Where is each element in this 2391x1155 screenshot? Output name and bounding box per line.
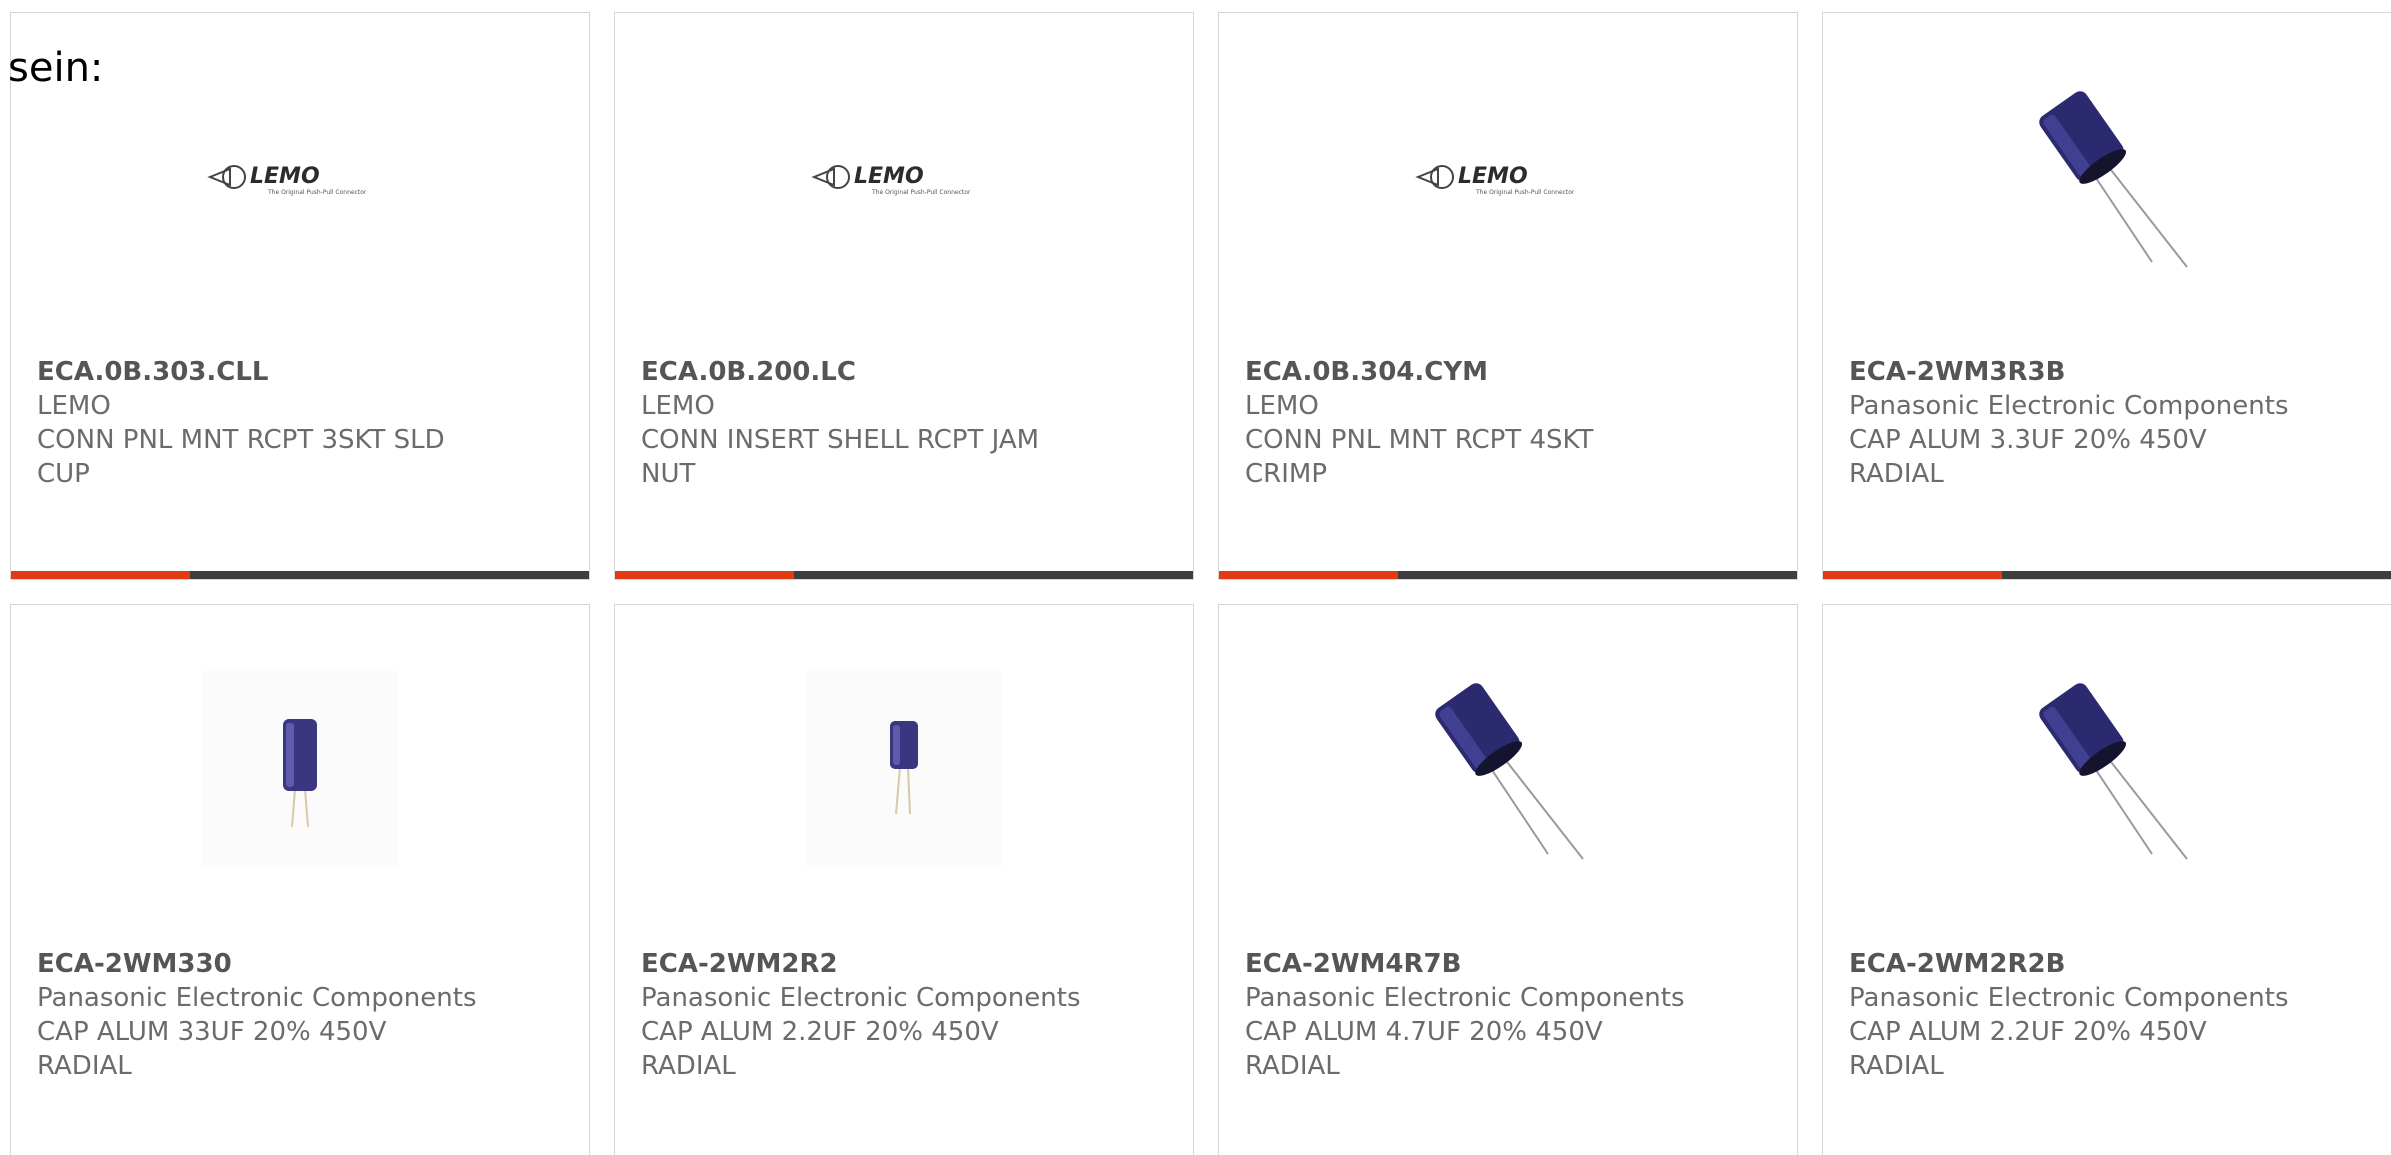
card-progress-bar	[11, 571, 589, 579]
lemo-logo-tagline: The Original Push-Pull Connector	[871, 189, 971, 196]
product-grid: LEMO The Original Push-Pull Connector EC…	[10, 12, 2391, 1155]
card-progress-accent	[11, 571, 191, 579]
description-line-1: CAP ALUM 4.7UF 20% 450V	[1245, 1017, 1603, 1047]
description-line-2: NUT	[641, 459, 696, 489]
card-progress-bar	[615, 571, 1193, 579]
card-progress-bar	[1219, 571, 1797, 579]
manufacturer: LEMO	[37, 391, 111, 421]
description-line-1: CAP ALUM 33UF 20% 450V	[37, 1017, 387, 1047]
product-card[interactable]: ECA-2WM2R2B Panasonic Electronic Compone…	[1822, 604, 2391, 1155]
lemo-logo-text: LEMO	[1458, 164, 1528, 189]
part-number[interactable]: ECA.0B.304.CYM	[1245, 355, 1745, 389]
product-info: ECA.0B.200.LC LEMO CONN INSERT SHELL RCP…	[641, 355, 1141, 491]
product-info: ECA-2WM2R2 Panasonic Electronic Componen…	[641, 947, 1141, 1083]
capacitor-photo	[2012, 77, 2212, 277]
part-number[interactable]: ECA-2WM2R2	[641, 947, 1141, 981]
card-progress-bar	[1823, 571, 2391, 579]
part-number[interactable]: ECA-2WM3R3B	[1849, 355, 2349, 389]
product-info: ECA-2WM330 Panasonic Electronic Componen…	[37, 947, 537, 1083]
description-line-1: CAP ALUM 2.2UF 20% 450V	[641, 1017, 999, 1047]
manufacturer: LEMO	[641, 391, 715, 421]
description-line-1: CAP ALUM 2.2UF 20% 450V	[1849, 1017, 2207, 1047]
lemo-logo-text: LEMO	[250, 164, 320, 189]
description-line-1: CONN PNL MNT RCPT 3SKT SLD	[37, 425, 445, 455]
lemo-logo-tagline: The Original Push-Pull Connector	[267, 189, 367, 196]
description-line-2: CRIMP	[1245, 459, 1327, 489]
capacitor-photo	[1408, 669, 1608, 869]
description-line-1: CONN INSERT SHELL RCPT JAM	[641, 425, 1040, 455]
manufacturer: LEMO	[1245, 391, 1319, 421]
manufacturer: Panasonic Electronic Components	[641, 983, 1081, 1013]
manufacturer: Panasonic Electronic Components	[37, 983, 477, 1013]
product-card[interactable]: ECA-2WM330 Panasonic Electronic Componen…	[10, 604, 590, 1155]
description-line-1: CAP ALUM 3.3UF 20% 450V	[1849, 425, 2207, 455]
capacitor-photo	[2012, 669, 2212, 869]
description-line-2: RADIAL	[1245, 1051, 1340, 1081]
part-number[interactable]: ECA-2WM330	[37, 947, 537, 981]
card-progress-accent	[615, 571, 795, 579]
capacitor-photo	[200, 669, 400, 869]
product-card[interactable]: LEMO The Original Push-Pull Connector EC…	[1218, 12, 1798, 580]
part-number[interactable]: ECA.0B.303.CLL	[37, 355, 537, 389]
description-line-2: RADIAL	[1849, 1051, 1944, 1081]
product-info: ECA.0B.303.CLL LEMO CONN PNL MNT RCPT 3S…	[37, 355, 537, 491]
part-number[interactable]: ECA-2WM4R7B	[1245, 947, 1745, 981]
product-info: ECA-2WM4R7B Panasonic Electronic Compone…	[1245, 947, 1745, 1083]
part-number[interactable]: ECA-2WM2R2B	[1849, 947, 2349, 981]
intro-text: sein:	[8, 45, 104, 91]
product-info: ECA-2WM2R2B Panasonic Electronic Compone…	[1849, 947, 2349, 1083]
page: LEMO The Original Push-Pull Connector EC…	[0, 0, 2391, 1155]
product-card[interactable]: ECA-2WM2R2 Panasonic Electronic Componen…	[614, 604, 1194, 1155]
description-line-2: CUP	[37, 459, 90, 489]
lemo-logo-image: LEMO The Original Push-Pull Connector	[200, 77, 400, 277]
product-card[interactable]: LEMO The Original Push-Pull Connector EC…	[614, 12, 1194, 580]
card-progress-accent	[1823, 571, 2003, 579]
description-line-2: RADIAL	[641, 1051, 736, 1081]
lemo-logo-image: LEMO The Original Push-Pull Connector	[804, 77, 1004, 277]
lemo-logo-image: LEMO The Original Push-Pull Connector	[1408, 77, 1608, 277]
capacitor-photo	[804, 669, 1004, 869]
product-card[interactable]: ECA-2WM4R7B Panasonic Electronic Compone…	[1218, 604, 1798, 1155]
part-number[interactable]: ECA.0B.200.LC	[641, 355, 1141, 389]
lemo-logo-text: LEMO	[854, 164, 924, 189]
product-info: ECA-2WM3R3B Panasonic Electronic Compone…	[1849, 355, 2349, 491]
manufacturer: Panasonic Electronic Components	[1245, 983, 1685, 1013]
lemo-logo-tagline: The Original Push-Pull Connector	[1475, 189, 1575, 196]
card-progress-accent	[1219, 571, 1399, 579]
manufacturer: Panasonic Electronic Components	[1849, 391, 2289, 421]
description-line-2: RADIAL	[1849, 459, 1944, 489]
product-card[interactable]: ECA-2WM3R3B Panasonic Electronic Compone…	[1822, 12, 2391, 580]
product-info: ECA.0B.304.CYM LEMO CONN PNL MNT RCPT 4S…	[1245, 355, 1745, 491]
manufacturer: Panasonic Electronic Components	[1849, 983, 2289, 1013]
description-line-1: CONN PNL MNT RCPT 4SKT	[1245, 425, 1594, 455]
description-line-2: RADIAL	[37, 1051, 132, 1081]
product-card[interactable]: LEMO The Original Push-Pull Connector EC…	[10, 12, 590, 580]
